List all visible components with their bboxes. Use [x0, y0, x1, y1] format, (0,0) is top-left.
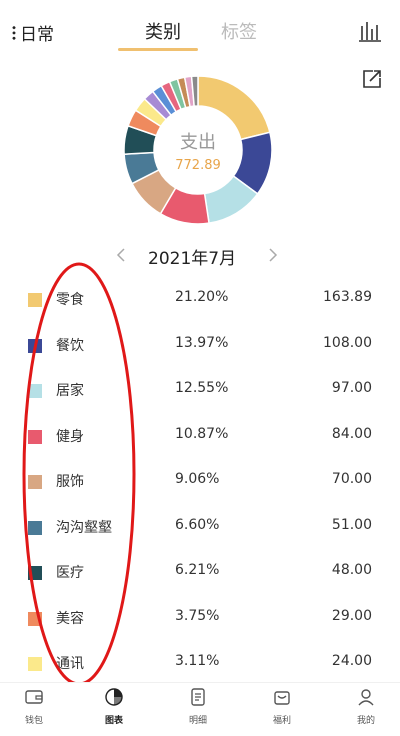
- category-percent: 21.20%: [175, 289, 229, 305]
- category-name: 沟沟壑壑: [56, 519, 112, 536]
- chevron-right-icon[interactable]: [268, 248, 278, 262]
- category-row[interactable]: 健身 10.87% 84.00: [0, 420, 400, 466]
- month-label: 2021年7月: [148, 249, 237, 269]
- category-amount: 51.00: [331, 516, 372, 533]
- nav-chart[interactable]: 图表: [84, 687, 144, 726]
- wallet-icon: [25, 690, 43, 704]
- nav-label: 福利: [272, 716, 291, 726]
- category-percent: 6.21%: [175, 562, 220, 578]
- category-color-swatch: [28, 429, 42, 444]
- month-navigator: 2021年7月: [0, 242, 400, 272]
- nav-label: 我的: [356, 716, 375, 726]
- category-percent: 9.06%: [175, 471, 220, 487]
- donut-center: 支出 772.89: [148, 128, 248, 173]
- active-tab-indicator: [118, 48, 198, 51]
- category-percent: 3.11%: [175, 653, 220, 669]
- category-name: 服饰: [56, 474, 84, 490]
- category-amount: 84.00: [331, 425, 372, 442]
- menu-dots-icon: [12, 24, 16, 41]
- category-percent: 10.87%: [175, 425, 229, 442]
- category-color-swatch: [28, 657, 42, 671]
- category-percent: 12.55%: [175, 380, 229, 396]
- share-icon[interactable]: [361, 68, 383, 90]
- category-name: 美容: [56, 610, 84, 627]
- nav-label: 明细: [188, 716, 207, 726]
- bar-chart-icon[interactable]: [358, 20, 382, 42]
- category-amount: 48.00: [331, 562, 372, 578]
- category-amount: 70.00: [331, 471, 372, 487]
- category-percent: 13.97%: [175, 334, 229, 351]
- category-percent: 3.75%: [175, 607, 220, 624]
- tab-category[interactable]: 类别: [145, 18, 181, 44]
- book-name: 日常: [20, 25, 54, 45]
- category-row[interactable]: 沟沟壑壑 6.60% 51.00: [0, 511, 400, 557]
- category-amount: 24.00: [331, 653, 372, 669]
- nav-label: 图表: [104, 716, 123, 726]
- category-name: 居家: [56, 383, 84, 399]
- category-color-swatch: [28, 611, 42, 626]
- category-row[interactable]: 服饰 9.06% 70.00: [0, 465, 400, 511]
- bottom-nav: 钱包 图表 明细 福利 我的: [0, 682, 400, 736]
- category-color-swatch: [28, 475, 42, 489]
- category-percent: 6.60%: [175, 516, 220, 533]
- category-name: 餐饮: [56, 337, 84, 354]
- top-bar: 日常 类别 标签: [0, 0, 400, 58]
- expense-total: 772.89: [175, 158, 221, 173]
- list-icon: [191, 688, 205, 706]
- category-amount: 29.00: [331, 607, 372, 624]
- category-amount: 108.00: [323, 334, 372, 351]
- category-list: 零食 21.20% 163.89 餐饮 13.97% 108.00 居家 12.55% 97.0…: [0, 283, 400, 693]
- category-row[interactable]: 零食 21.20% 163.89: [0, 283, 400, 329]
- user-icon: [358, 689, 374, 706]
- nav-wallet[interactable]: 钱包: [4, 687, 64, 726]
- category-color-swatch: [28, 293, 42, 307]
- gift-icon: [274, 691, 290, 705]
- expense-label: 支出: [180, 132, 216, 153]
- category-name: 零食: [56, 292, 84, 308]
- category-row[interactable]: 餐饮 13.97% 108.00: [0, 329, 400, 375]
- category-row[interactable]: 医疗 6.21% 48.00: [0, 556, 400, 602]
- nav-label: 钱包: [24, 716, 43, 726]
- category-color-swatch: [28, 566, 42, 580]
- category-name: 健身: [56, 428, 84, 445]
- tab-tag[interactable]: 标签: [221, 18, 257, 44]
- nav-detail[interactable]: 明细: [168, 687, 228, 726]
- category-amount: 163.89: [323, 289, 372, 305]
- category-row[interactable]: 居家 12.55% 97.00: [0, 374, 400, 420]
- book-selector[interactable]: 日常: [12, 20, 54, 45]
- category-color-swatch: [28, 384, 42, 398]
- category-amount: 97.00: [331, 380, 372, 396]
- category-name: 通讯: [56, 656, 84, 672]
- pie-chart-icon: [105, 688, 123, 706]
- category-color-swatch: [28, 338, 42, 353]
- nav-welfare[interactable]: 福利: [252, 687, 312, 726]
- category-name: 医疗: [56, 565, 84, 581]
- chevron-left-icon[interactable]: [116, 248, 126, 262]
- nav-mine[interactable]: 我的: [336, 687, 396, 726]
- category-row[interactable]: 美容 3.75% 29.00: [0, 602, 400, 648]
- category-color-swatch: [28, 520, 42, 535]
